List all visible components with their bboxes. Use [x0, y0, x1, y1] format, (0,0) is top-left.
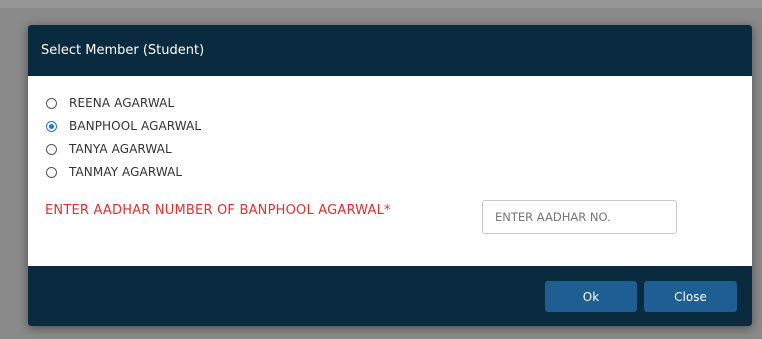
member-option-tanya[interactable]: TANYA AGARWAL	[46, 140, 201, 158]
select-member-dialog: Select Member (Student) REENA AGARWAL BA…	[28, 25, 752, 326]
aadhar-field-label: ENTER AADHAR NUMBER OF BANPHOOL AGARWAL*	[45, 203, 391, 218]
member-option-tanmay[interactable]: TANMAY AGARWAL	[46, 163, 201, 181]
dialog-footer: Ok Close	[28, 266, 752, 326]
dialog-body: REENA AGARWAL BANPHOOL AGARWAL TANYA AGA…	[28, 76, 752, 266]
member-option-reena[interactable]: REENA AGARWAL	[46, 94, 201, 112]
dialog-header: Select Member (Student)	[28, 25, 752, 76]
member-option-label: TANMAY AGARWAL	[69, 165, 183, 179]
close-button[interactable]: Close	[644, 281, 737, 312]
aadhar-number-input[interactable]	[482, 200, 677, 234]
radio-button-selected[interactable]	[46, 120, 57, 132]
member-option-label: REENA AGARWAL	[69, 96, 175, 110]
backdrop-strip	[0, 0, 762, 8]
dialog-title: Select Member (Student)	[41, 43, 205, 58]
ok-button[interactable]: Ok	[545, 281, 637, 312]
radio-button[interactable]	[46, 166, 57, 178]
member-option-label: BANPHOOL AGARWAL	[69, 119, 202, 133]
radio-button[interactable]	[46, 143, 57, 155]
member-radio-list: REENA AGARWAL BANPHOOL AGARWAL TANYA AGA…	[46, 94, 201, 186]
member-option-label: TANYA AGARWAL	[69, 142, 172, 156]
radio-button[interactable]	[46, 97, 57, 109]
member-option-banphool[interactable]: BANPHOOL AGARWAL	[46, 117, 201, 135]
